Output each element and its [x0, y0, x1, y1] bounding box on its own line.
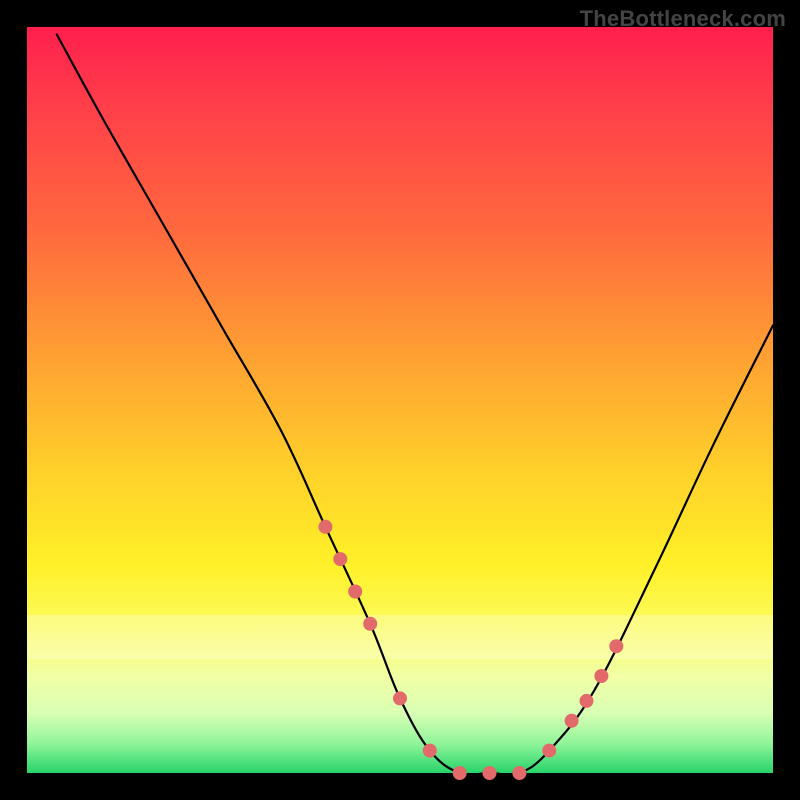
highlight-dot	[542, 744, 556, 758]
highlight-dot	[393, 691, 407, 705]
curve-svg	[27, 27, 773, 773]
highlight-dot	[609, 639, 623, 653]
chart-frame: TheBottleneck.com	[0, 0, 800, 800]
highlight-dot	[348, 585, 362, 599]
highlight-dot	[453, 766, 467, 780]
highlight-dot	[423, 744, 437, 758]
watermark-text: TheBottleneck.com	[580, 6, 786, 32]
highlight-dot	[333, 552, 347, 566]
highlight-dot	[483, 766, 497, 780]
highlight-dots	[318, 520, 623, 780]
bottleneck-curve	[57, 35, 773, 775]
highlight-dot	[565, 714, 579, 728]
highlight-dot	[318, 520, 332, 534]
plot-area	[27, 27, 773, 773]
highlight-dot	[512, 766, 526, 780]
highlight-dot	[594, 669, 608, 683]
highlight-dot	[363, 617, 377, 631]
highlight-dot	[580, 694, 594, 708]
